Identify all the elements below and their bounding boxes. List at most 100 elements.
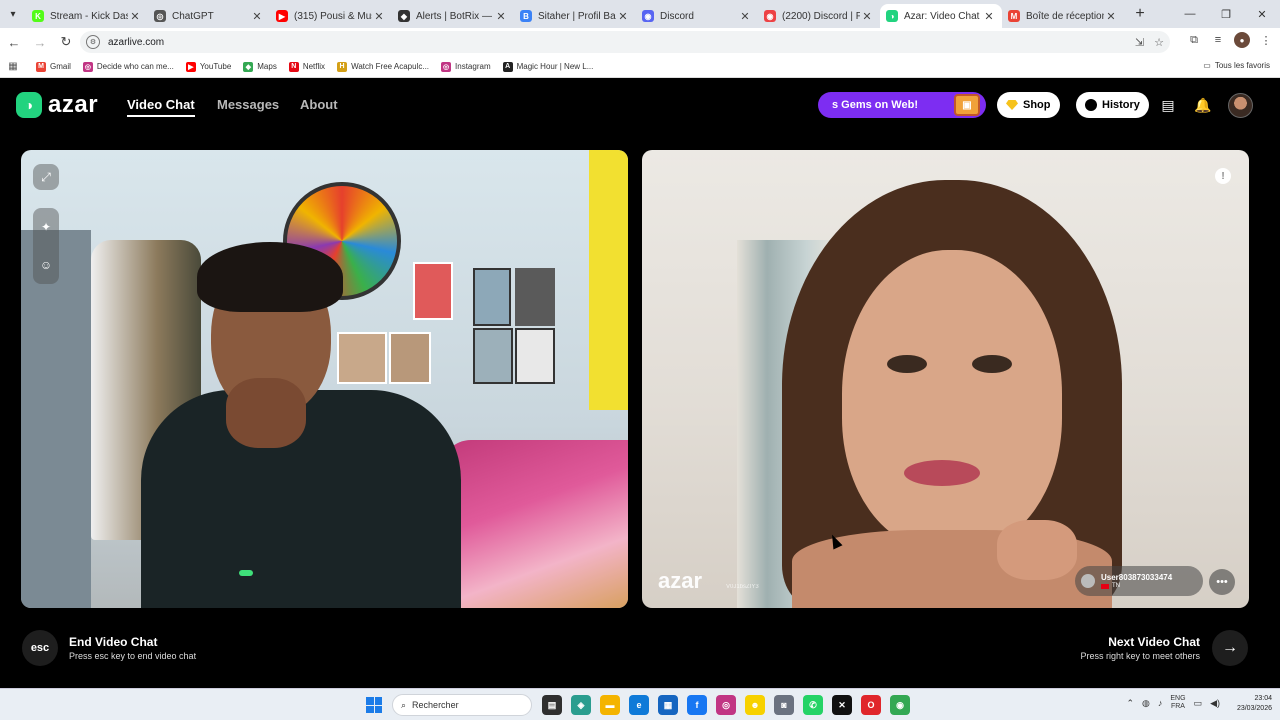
next-chat-title[interactable]: Next Video Chat [1108,635,1200,649]
back-icon[interactable]: ← [2,30,26,54]
chat-bubble-icon[interactable]: ••• [1209,569,1235,595]
maximize-icon[interactable]: ❐ [1208,0,1244,28]
tab-close-icon[interactable]: ✕ [738,10,752,23]
tab-close-icon[interactable]: ✕ [128,10,142,23]
partner-info-chip[interactable]: User803873033474 TN [1075,566,1203,596]
bookmark-item[interactable]: M Gmail [36,61,71,72]
extensions-icon[interactable]: ⧉ [1186,32,1202,48]
azar-logo-text: azar [48,91,99,118]
nav-messages[interactable]: Messages [217,97,279,112]
report-icon[interactable]: ! [1215,168,1231,184]
tab-close-icon[interactable]: ✕ [616,10,630,23]
notification-bell-icon[interactable]: 🔔 [1193,95,1213,115]
bookmark-label: Netflix [302,62,326,71]
display-icon[interactable]: ▭ [1194,698,1203,709]
tab-search-icon[interactable]: ▾ [0,0,26,28]
new-tab-button[interactable]: + [1128,5,1152,23]
azar-watermark: azar [658,568,703,593]
snapchat-icon[interactable]: ☻ [745,695,765,715]
shop-button[interactable]: Shop [997,92,1060,118]
gems-promo-button[interactable]: s Gems on Web! ▣ [818,92,986,118]
browser-tab[interactable]: ◎ ChatGPT ✕ [148,4,270,28]
tab-close-icon[interactable]: ✕ [250,10,264,23]
azar-header: ◑ azar Video Chat Messages About s Gems … [0,79,1280,131]
tab-close-icon[interactable]: ✕ [372,10,386,23]
store-icon[interactable]: ▦ [658,695,678,715]
copilot-icon[interactable]: ◈ [571,695,591,715]
browser-tab[interactable]: B Sitaher | Profil Bakch✕ [514,4,636,28]
browser-menu-icon[interactable]: ⋮ [1258,32,1274,48]
file-explorer-icon[interactable]: ▤ [542,695,562,715]
camera-icon[interactable]: ◙ [774,695,794,715]
end-chat-button[interactable]: esc [22,630,58,666]
magic-wand-icon[interactable]: ✦ [41,220,51,234]
volume-icon[interactable]: ◀) [1210,698,1220,709]
profile-avatar-icon[interactable]: ● [1234,32,1250,48]
tab-close-icon[interactable]: ✕ [494,10,508,23]
tab-favicon-icon: ◉ [642,10,654,22]
taskbar-search[interactable]: ⌕ Rechercher [392,694,532,716]
bookmark-item[interactable]: H Watch Free Acapulc... [337,61,429,72]
network-icon[interactable]: ◍ [1142,698,1150,709]
browser-tab[interactable]: K Stream - Kick Dashbo✕ [26,4,148,28]
browser-tab[interactable]: ◑ Azar: Video Chat ✕ [880,4,1002,28]
windows-start-icon[interactable] [366,697,382,713]
bookmark-star-icon[interactable]: ☆ [1154,36,1164,49]
tab-close-icon[interactable]: ✕ [1104,10,1118,23]
bookmark-item[interactable]: ◎ Decide who can me... [82,61,174,72]
close-window-icon[interactable]: ✕ [1244,0,1280,28]
toolbar-extensions: ⧉ ≡ ● ⋮ [1186,32,1274,48]
bookmark-item[interactable]: A Magic Hour | New L... [502,61,593,72]
chrome-icon[interactable]: ◉ [890,695,910,715]
effects-toolbar: ✦ ☺ [33,208,59,284]
nav-video-chat[interactable]: Video Chat [127,97,195,117]
apps-grid-icon[interactable]: ▦ [0,61,26,72]
microphone-icon[interactable]: ♪ [1158,698,1163,708]
taskbar-clock[interactable]: 23:04 23/03/2026 [1237,694,1272,714]
bookmark-item[interactable]: ▶ YouTube [185,61,231,72]
browser-tab[interactable]: ▶ (315) Pousi & Muslim✕ [270,4,392,28]
url-field[interactable]: ⚙ azarlive.com ⇲ ☆ [80,31,1170,53]
reload-icon[interactable]: ↻ [54,30,78,54]
instagram-icon[interactable]: ◎ [716,695,736,715]
tab-favicon-icon: ◉ [764,10,776,22]
azar-logo[interactable]: ◑ azar [16,91,98,119]
browser-tab[interactable]: M Boîte de réception (✕ [1002,4,1124,28]
folder-icon[interactable]: ▬ [600,695,620,715]
history-button[interactable]: History [1076,92,1149,118]
opera-icon[interactable]: O [861,695,881,715]
bookmark-item[interactable]: ◎ Instagram [441,61,491,72]
browser-tab[interactable]: ◉ Discord ✕ [636,4,758,28]
media-icon[interactable]: ≡ [1210,32,1226,48]
bookmark-item[interactable]: N Netflix [288,61,326,72]
face-filter-icon[interactable]: ☺ [40,258,52,272]
capcut-icon[interactable]: ✕ [832,695,852,715]
nav-about[interactable]: About [300,97,338,112]
install-app-icon[interactable]: ⇲ [1135,36,1144,49]
end-chat-title[interactable]: End Video Chat [69,635,157,649]
inbox-icon[interactable]: ▤ [1158,95,1178,115]
all-bookmarks[interactable]: ▭ Tous les favoris [1203,61,1270,70]
url-text[interactable]: azarlive.com [108,37,164,48]
browser-tab[interactable]: ◉ (2200) Discord | Frie✕ [758,4,880,28]
bookmark-item[interactable]: ◆ Maps [243,61,277,72]
tab-close-icon[interactable]: ✕ [982,10,996,23]
tab-favicon-icon: B [520,10,532,22]
expand-icon[interactable]: ⤢ [33,164,59,190]
site-info-icon[interactable]: ⚙ [86,35,100,49]
minimize-icon[interactable]: — [1172,0,1208,28]
forward-icon[interactable]: → [28,30,52,54]
edge-icon[interactable]: e [629,695,649,715]
browser-tab[interactable]: ◆ Alerts | BotRix — Clo✕ [392,4,514,28]
windows-taskbar: ⌕ Rechercher ▤ ◈ ▬ e ▦ f ◎ ☻ ◙ ✆ ✕ O ◉ ⌃ ◍ ♪ ENG FRA… [0,688,1280,720]
tab-close-icon[interactable]: ✕ [860,10,874,23]
tray-chevron-icon[interactable]: ⌃ [1126,698,1134,709]
language-indicator[interactable]: ENG FRA [1170,695,1185,711]
user-avatar[interactable] [1228,93,1253,118]
facebook-icon[interactable]: f [687,695,707,715]
tunisia-flag-icon [1101,583,1109,589]
whatsapp-icon[interactable]: ✆ [803,695,823,715]
next-chat-arrow-icon[interactable]: → [1212,630,1248,666]
bookmark-label: Instagram [455,62,491,71]
end-chat-subtitle: Press esc key to end video chat [69,651,197,661]
